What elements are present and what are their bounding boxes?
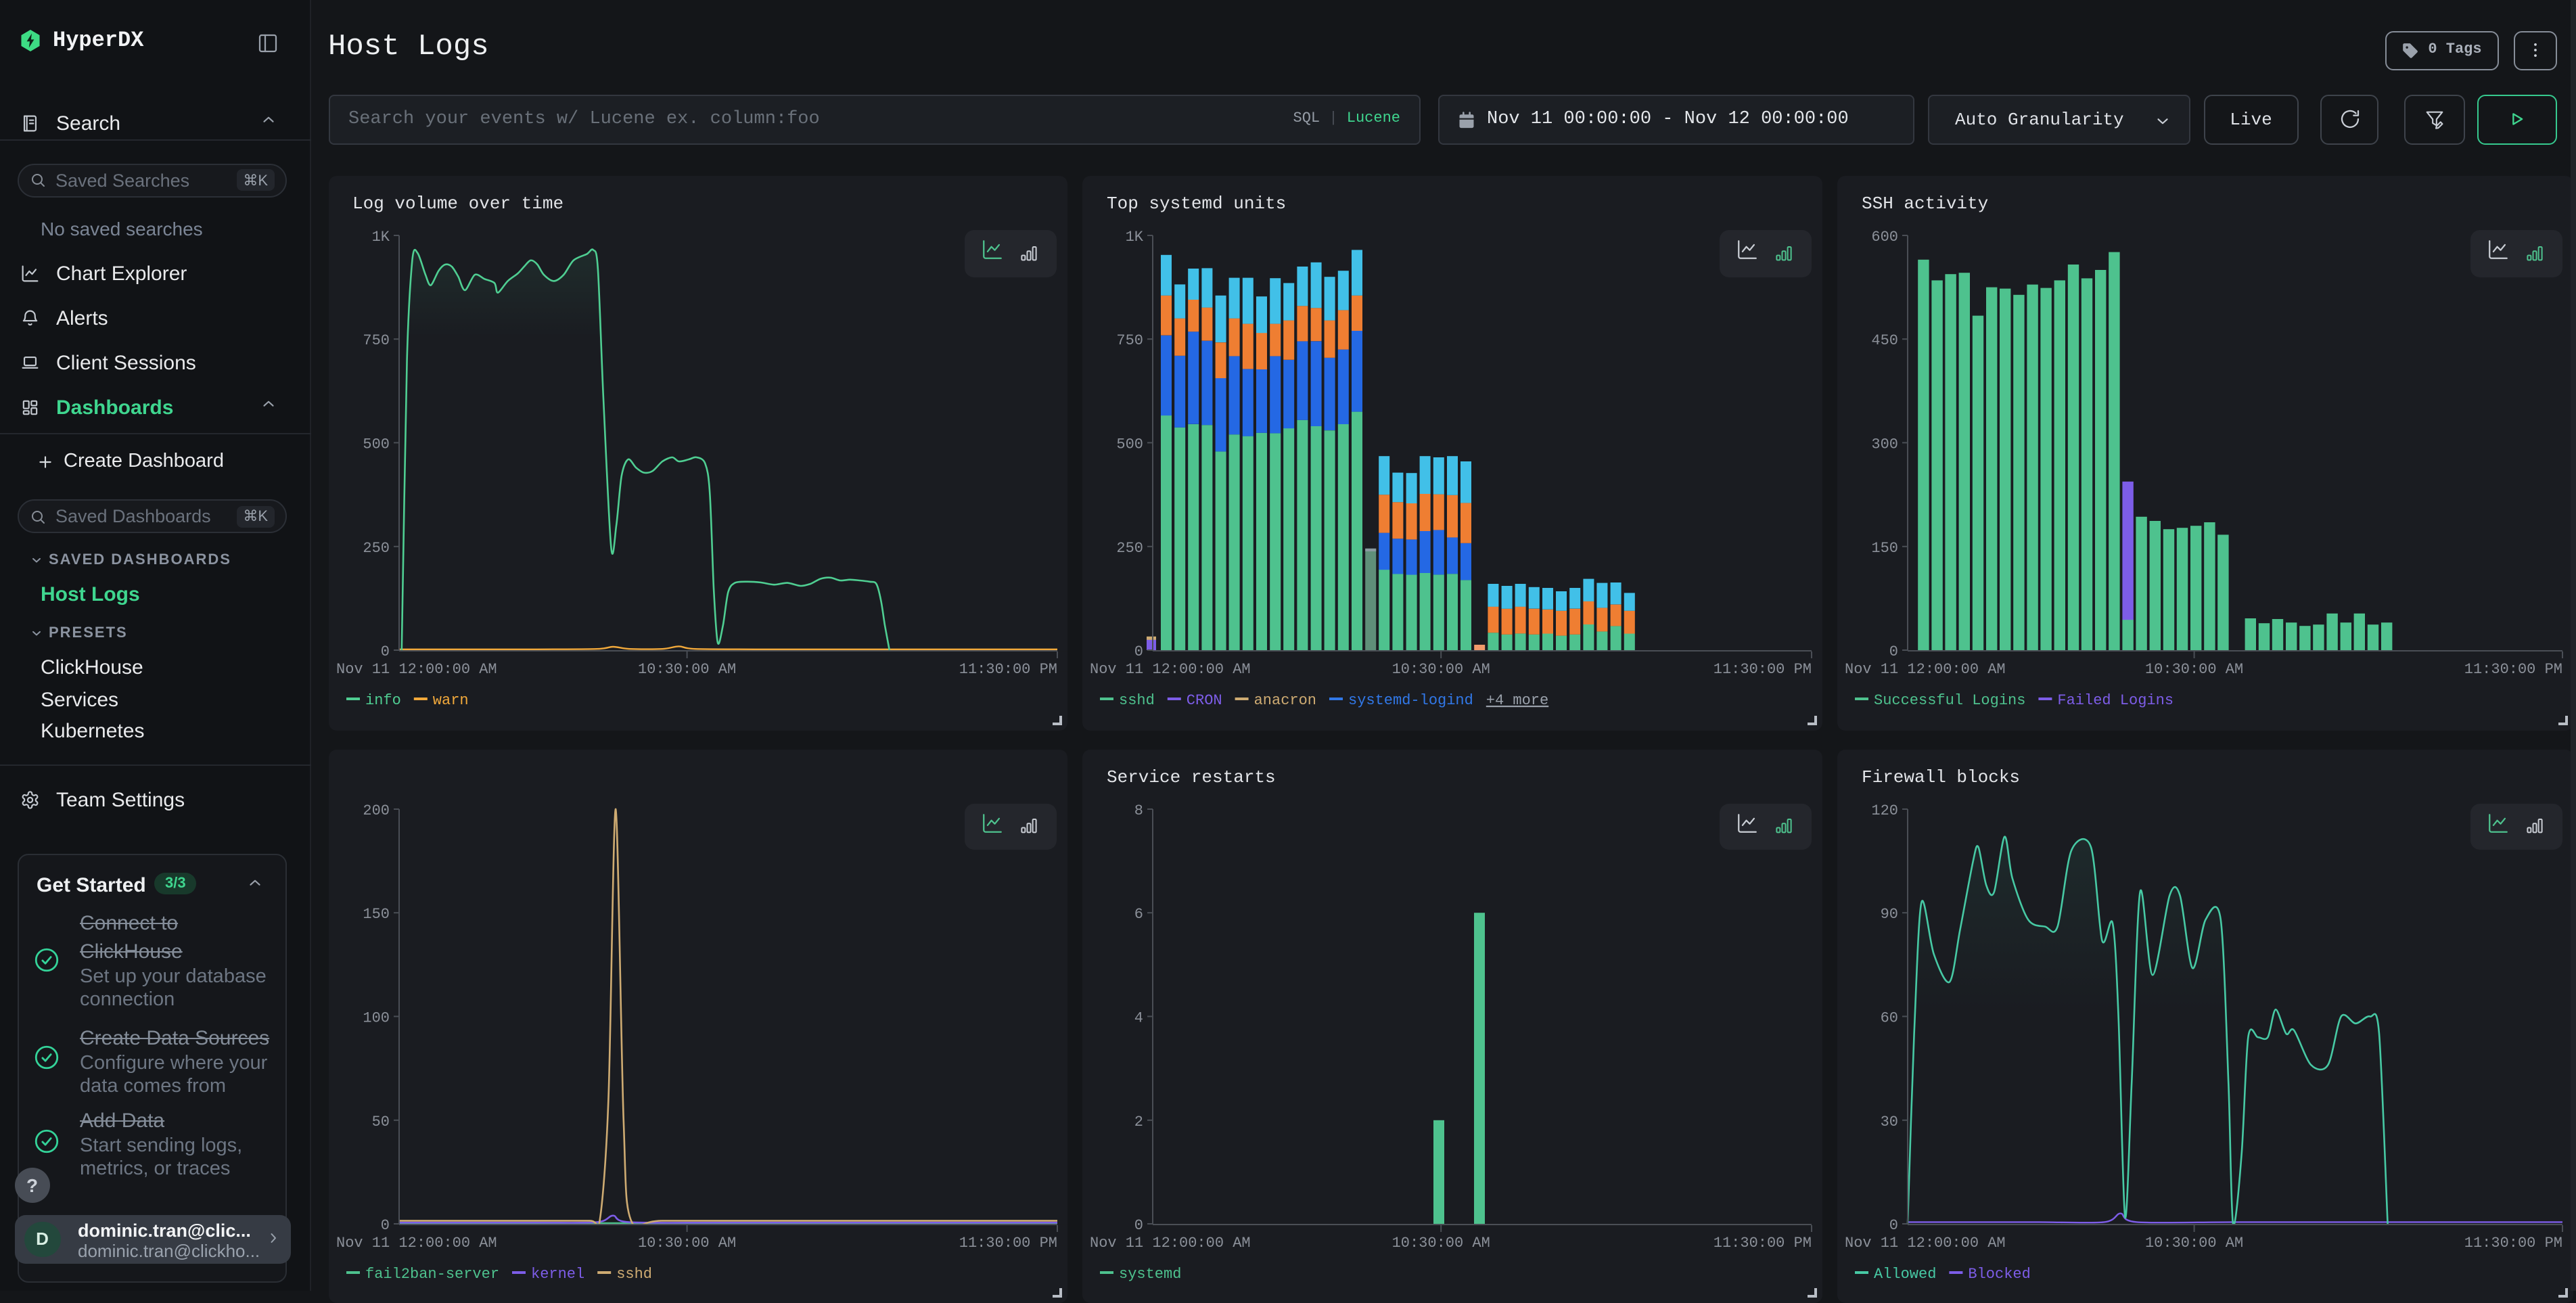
svg-text:10:30:00 AM: 10:30:00 AM	[1392, 661, 1490, 678]
svg-text:0: 0	[1134, 1216, 1143, 1233]
svg-text:Nov 11 12:00:00 AM: Nov 11 12:00:00 AM	[336, 661, 497, 678]
svg-text:info: info	[365, 692, 400, 709]
svg-text:systemd-logind: systemd-logind	[1348, 692, 1473, 709]
svg-text:500: 500	[1116, 436, 1143, 453]
svg-text:1K: 1K	[371, 229, 390, 246]
svg-text:4: 4	[1134, 1009, 1143, 1026]
svg-text:anacron: anacron	[1254, 692, 1316, 709]
svg-text:sshd: sshd	[616, 1265, 651, 1282]
svg-text:90: 90	[1881, 905, 1898, 922]
svg-text:11:30:00 PM: 11:30:00 PM	[959, 661, 1057, 678]
svg-text:Nov 11 12:00:00 AM: Nov 11 12:00:00 AM	[336, 1234, 497, 1251]
svg-text:250: 250	[1116, 540, 1143, 557]
svg-text:sshd: sshd	[1119, 692, 1155, 709]
svg-text:Failed Logins: Failed Logins	[2057, 692, 2174, 709]
svg-text:50: 50	[371, 1113, 389, 1130]
svg-text:10:30:00 AM: 10:30:00 AM	[2145, 661, 2243, 678]
svg-text:Nov 11 12:00:00 AM: Nov 11 12:00:00 AM	[1090, 1234, 1251, 1251]
svg-text:Nov 11 12:00:00 AM: Nov 11 12:00:00 AM	[1090, 661, 1251, 678]
svg-text:8: 8	[1134, 802, 1143, 819]
svg-text:6: 6	[1134, 905, 1143, 922]
svg-text:0: 0	[1134, 643, 1143, 660]
svg-text:Successful Logins: Successful Logins	[1874, 692, 2025, 709]
svg-text:200: 200	[362, 802, 389, 819]
svg-text:10:30:00 AM: 10:30:00 AM	[637, 661, 735, 678]
svg-text:Allowed: Allowed	[1874, 1265, 1936, 1282]
svg-text:11:30:00 PM: 11:30:00 PM	[1714, 1234, 1812, 1251]
svg-text:11:30:00 PM: 11:30:00 PM	[959, 1234, 1057, 1251]
svg-text:10:30:00 AM: 10:30:00 AM	[1392, 1234, 1490, 1251]
svg-text:kernel: kernel	[530, 1265, 584, 1282]
svg-text:300: 300	[1871, 436, 1898, 453]
svg-text:Blocked: Blocked	[1968, 1265, 2030, 1282]
svg-text:0: 0	[1889, 643, 1898, 660]
svg-text:750: 750	[362, 332, 389, 349]
svg-text:CRON: CRON	[1187, 692, 1222, 709]
svg-text:10:30:00 AM: 10:30:00 AM	[637, 1234, 735, 1251]
svg-text:0: 0	[1889, 1216, 1898, 1233]
svg-text:2: 2	[1134, 1113, 1143, 1130]
svg-text:11:30:00 PM: 11:30:00 PM	[1714, 661, 1812, 678]
svg-text:Nov 11 12:00:00 AM: Nov 11 12:00:00 AM	[1845, 1234, 2006, 1251]
svg-text:fail2ban-server: fail2ban-server	[365, 1265, 499, 1282]
svg-text:60: 60	[1881, 1009, 1898, 1026]
svg-text:450: 450	[1871, 332, 1898, 349]
svg-text:250: 250	[362, 540, 389, 557]
svg-text:10:30:00 AM: 10:30:00 AM	[2145, 1234, 2243, 1251]
svg-text:750: 750	[1116, 332, 1143, 349]
svg-text:150: 150	[1871, 540, 1898, 557]
svg-text:150: 150	[362, 905, 389, 922]
svg-text:0: 0	[380, 1216, 389, 1233]
svg-text:1K: 1K	[1126, 229, 1144, 246]
svg-text:600: 600	[1871, 229, 1898, 246]
svg-text:100: 100	[362, 1009, 389, 1026]
svg-text:30: 30	[1881, 1113, 1898, 1130]
svg-text:0: 0	[380, 643, 389, 660]
svg-text:warn: warn	[432, 692, 468, 709]
svg-text:11:30:00 PM: 11:30:00 PM	[2464, 1234, 2562, 1251]
svg-text:systemd: systemd	[1119, 1265, 1181, 1282]
svg-text:120: 120	[1871, 802, 1898, 819]
svg-text:500: 500	[362, 436, 389, 453]
svg-text:+4 more: +4 more	[1486, 692, 1548, 709]
svg-text:11:30:00 PM: 11:30:00 PM	[2464, 661, 2562, 678]
svg-text:Nov 11 12:00:00 AM: Nov 11 12:00:00 AM	[1845, 661, 2006, 678]
